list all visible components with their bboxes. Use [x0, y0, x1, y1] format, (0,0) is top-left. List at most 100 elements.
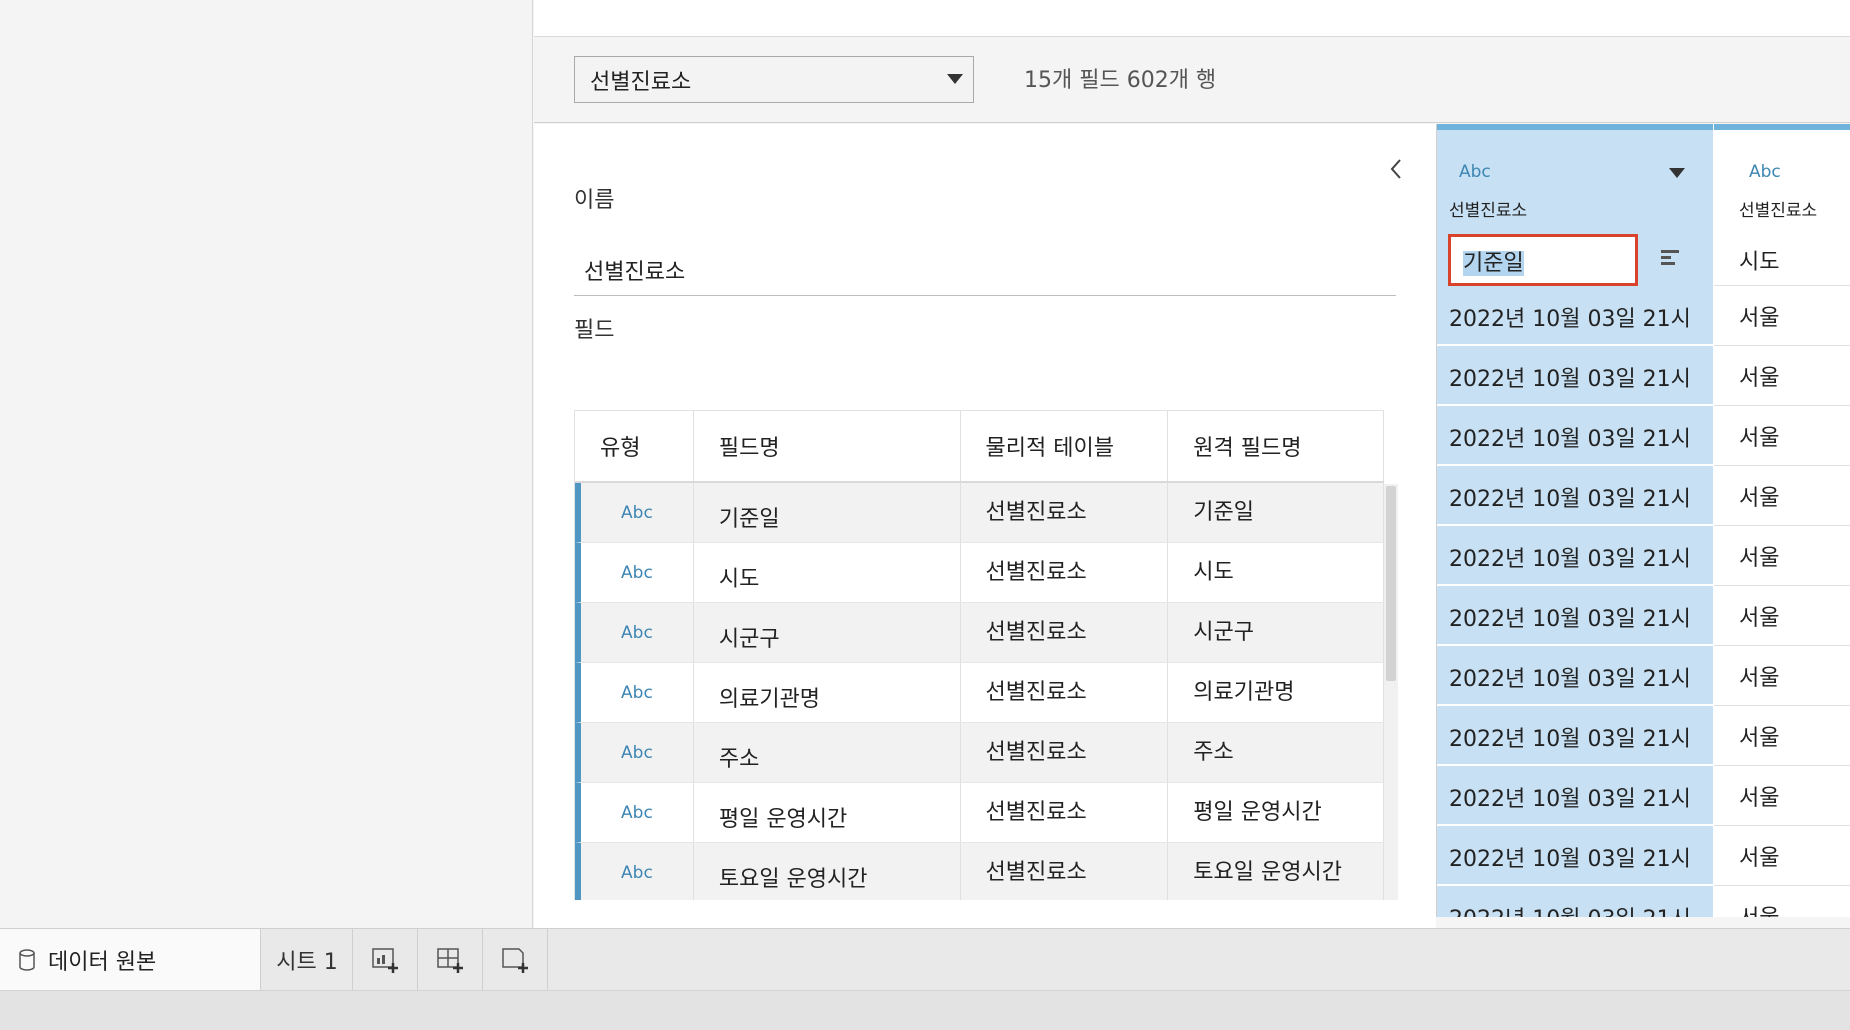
column-source-table: 선별진료소 — [1739, 201, 1818, 221]
tab-datasource[interactable]: 데이터 원본 — [0, 929, 261, 991]
grid-cell-region[interactable]: 서울 — [1714, 586, 1850, 646]
field-type-icon[interactable]: Abc — [581, 783, 694, 842]
col-header-physical-table[interactable]: 물리적 테이블 — [961, 411, 1169, 481]
remote-field-cell: 의료기관명 — [1168, 663, 1384, 722]
grid-cell-date[interactable]: 2022년 10월 03일 21시 — [1437, 826, 1713, 886]
connection-select-value: 선별진료소 — [590, 69, 692, 95]
field-row[interactable]: Abc 주소 선별진료소 주소 — [575, 723, 1384, 783]
column-rename-input[interactable]: 기준일 — [1448, 234, 1638, 286]
sheet-tab-bar: 데이터 원본 시트 1 — [0, 928, 1850, 991]
grid-cell-date[interactable]: 2022년 10월 03일 21시 — [1437, 646, 1713, 706]
grid-cell-region[interactable]: 서울 — [1714, 526, 1850, 586]
col-header-field-name[interactable]: 필드명 — [694, 411, 961, 481]
field-name-cell[interactable]: 의료기관명 — [694, 663, 961, 722]
grid-cell-date[interactable]: 2022년 10월 03일 21시 — [1437, 886, 1713, 917]
sort-icon[interactable] — [1659, 246, 1683, 270]
column-source-table: 선별진료소 — [1449, 201, 1528, 221]
physical-table-cell: 선별진료소 — [961, 603, 1169, 662]
grid-cell-region[interactable]: 서울 — [1714, 886, 1850, 918]
field-row[interactable]: Abc 평일 운영시간 선별진료소 평일 운영시간 — [575, 783, 1384, 843]
type-abc-icon[interactable]: Abc — [1749, 162, 1781, 182]
remote-field-cell: 시군구 — [1168, 603, 1384, 662]
grid-cell-date[interactable]: 2022년 10월 03일 21시 — [1437, 286, 1713, 346]
app-window: 선별진료소 15개 필드 602개 행 이름 선별진료소 필드 유형 필드명 물… — [0, 0, 1850, 1030]
collapse-chevron-icon[interactable] — [1384, 154, 1408, 184]
grid-column-selected[interactable]: Abc 선별진료소 기준일 2022년 10월 03일 21시 2022년 10월… — [1437, 124, 1713, 917]
grid-cell-region[interactable]: 서울 — [1714, 826, 1850, 886]
grid-column-header[interactable]: Abc 선별진료소 기준일 — [1437, 124, 1713, 286]
grid-cell-date[interactable]: 2022년 10월 03일 21시 — [1437, 346, 1713, 406]
grid-column-header[interactable]: Abc 선별진료소 시도 — [1714, 124, 1850, 286]
field-type-icon[interactable]: Abc — [581, 543, 694, 602]
field-name-cell[interactable]: 토요일 운영시간 — [694, 843, 961, 900]
field-type-icon[interactable]: Abc — [581, 723, 694, 782]
field-name-cell[interactable]: 주소 — [694, 723, 961, 782]
field-type-icon[interactable]: Abc — [581, 603, 694, 662]
fields-label: 필드 — [574, 318, 615, 343]
new-story-icon — [501, 948, 528, 973]
grid-cell-region[interactable]: 서울 — [1714, 646, 1850, 706]
physical-table-cell: 선별진료소 — [961, 483, 1169, 542]
grid-column[interactable]: Abc 선별진료소 시도 서울서울서울서울서울서울서울서울서울서울서울 — [1714, 124, 1850, 917]
grid-cell-region[interactable]: 서울 — [1714, 346, 1850, 406]
new-story-button[interactable] — [484, 929, 548, 991]
field-row[interactable]: Abc 시도 선별진료소 시도 — [575, 543, 1384, 603]
field-type-icon[interactable]: Abc — [581, 483, 694, 542]
grid-cell-date[interactable]: 2022년 10월 03일 21시 — [1437, 406, 1713, 466]
field-type-icon[interactable]: Abc — [581, 663, 694, 722]
physical-table-cell: 선별진료소 — [961, 663, 1169, 722]
data-toolbar: 선별진료소 15개 필드 602개 행 — [534, 37, 1850, 123]
grid-cell-region[interactable]: 서울 — [1714, 466, 1850, 526]
field-name-cell[interactable]: 기준일 — [694, 483, 961, 542]
grid-cell-date[interactable]: 2022년 10월 03일 21시 — [1437, 586, 1713, 646]
dropdown-caret-icon — [947, 74, 963, 84]
new-worksheet-button[interactable] — [354, 929, 418, 991]
canvas-top-area — [534, 0, 1850, 37]
field-row[interactable]: Abc 시군구 선별진료소 시군구 — [575, 603, 1384, 663]
field-row[interactable]: Abc 토요일 운영시간 선별진료소 토요일 운영시간 — [575, 843, 1384, 900]
type-abc-icon[interactable]: Abc — [1459, 162, 1491, 182]
remote-field-cell: 시도 — [1168, 543, 1384, 602]
status-bar — [0, 990, 1850, 1030]
physical-table-cell: 선별진료소 — [961, 543, 1169, 602]
field-row-summary: 15개 필드 602개 행 — [1024, 68, 1217, 93]
data-grid: Abc 선별진료소 기준일 2022년 10월 03일 21시 2022년 10월… — [1436, 124, 1850, 917]
left-sidebar — [0, 0, 533, 928]
col-header-remote-field[interactable]: 원격 필드명 — [1168, 411, 1384, 481]
grid-cell-date[interactable]: 2022년 10월 03일 21시 — [1437, 766, 1713, 826]
metadata-panel: 이름 선별진료소 필드 유형 필드명 물리적 테이블 원격 필드명 Abc 기준일… — [534, 124, 1436, 928]
connection-select[interactable]: 선별진료소 — [574, 56, 974, 103]
physical-table-cell: 선별진료소 — [961, 783, 1169, 842]
field-name-cell[interactable]: 시군구 — [694, 603, 961, 662]
physical-table-cell: 선별진료소 — [961, 723, 1169, 782]
field-name-cell[interactable]: 시도 — [694, 543, 961, 602]
tab-sheet-1[interactable]: 시트 1 — [262, 929, 353, 991]
grid-cell-region[interactable]: 서울 — [1714, 286, 1850, 346]
fields-scrollbar-thumb[interactable] — [1386, 486, 1396, 681]
remote-field-cell: 기준일 — [1168, 483, 1384, 542]
table-name-value[interactable]: 선별진료소 — [584, 254, 685, 286]
field-row[interactable]: Abc 의료기관명 선별진료소 의료기관명 — [575, 663, 1384, 723]
field-type-icon[interactable]: Abc — [581, 843, 694, 900]
new-dashboard-button[interactable] — [419, 929, 483, 991]
grid-cell-date[interactable]: 2022년 10월 03일 21시 — [1437, 526, 1713, 586]
grid-cell-region[interactable]: 서울 — [1714, 766, 1850, 826]
field-row[interactable]: Abc 기준일 선별진료소 기준일 — [575, 483, 1384, 543]
remote-field-cell: 평일 운영시간 — [1168, 783, 1384, 842]
grid-cell-date[interactable]: 2022년 10월 03일 21시 — [1437, 466, 1713, 526]
column-name[interactable]: 시도 — [1739, 244, 1779, 276]
remote-field-cell: 주소 — [1168, 723, 1384, 782]
fields-table-header: 유형 필드명 물리적 테이블 원격 필드명 — [575, 411, 1384, 483]
grid-cell-date[interactable]: 2022년 10월 03일 21시 — [1437, 706, 1713, 766]
field-name-cell[interactable]: 평일 운영시간 — [694, 783, 961, 842]
new-worksheet-icon — [371, 948, 398, 973]
column-menu-caret-icon[interactable] — [1669, 168, 1685, 178]
database-icon — [19, 949, 35, 971]
grid-cell-region[interactable]: 서울 — [1714, 406, 1850, 466]
col-header-type[interactable]: 유형 — [575, 411, 694, 481]
fields-table-body: Abc 기준일 선별진료소 기준일 Abc 시도 선별진료소 시도 Abc 시군구 선별진료소 시군구… — [575, 483, 1384, 900]
fields-table: 유형 필드명 물리적 테이블 원격 필드명 Abc 기준일 선별진료소 기준일 Abc 시… — [574, 410, 1384, 900]
physical-table-cell: 선별진료소 — [961, 843, 1169, 900]
grid-cell-region[interactable]: 서울 — [1714, 706, 1850, 766]
remote-field-cell: 토요일 운영시간 — [1168, 843, 1384, 900]
